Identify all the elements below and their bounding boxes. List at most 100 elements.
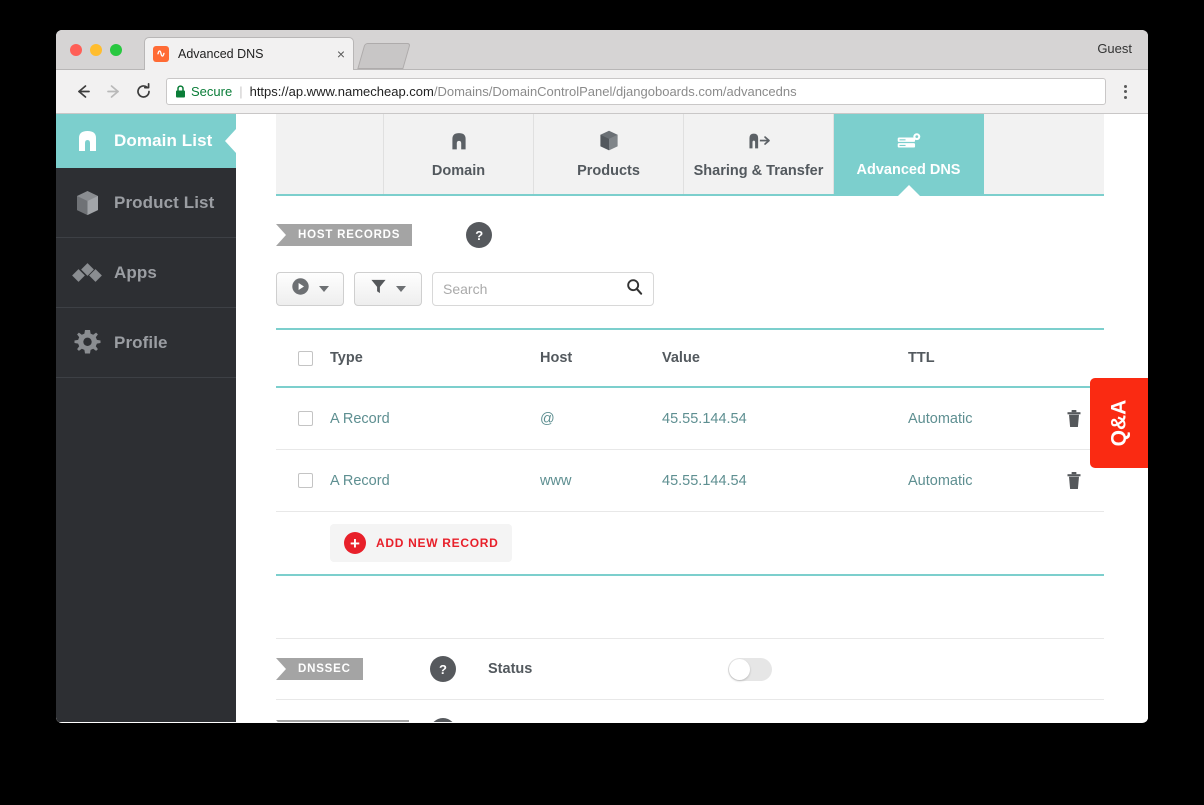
table-row[interactable]: A Record @ 45.55.144.54 Automatic [276,388,1104,450]
page-viewport: Domain List Product List [56,114,1148,722]
main-content: Domain Products [236,114,1148,722]
maximize-window-button[interactable] [110,44,122,56]
column-header-value: Value [662,350,908,366]
tab-domain[interactable]: Domain [384,114,534,194]
home-icon [70,126,104,156]
tab-products[interactable]: Products [534,114,684,194]
reload-button[interactable] [128,77,158,107]
close-window-button[interactable] [70,44,82,56]
close-tab-icon[interactable]: × [337,47,345,61]
url-host: https://ap.www.namecheap.com [250,84,434,99]
column-header-type: Type [330,350,540,366]
tab-label: Sharing & Transfer [694,163,824,179]
select-all-checkbox[interactable] [298,351,313,366]
column-header-ttl: TTL [908,350,1044,366]
action-dropdown-button[interactable] [276,272,344,306]
sidebar-item-label: Profile [114,333,168,353]
arrow-right-icon [104,82,123,101]
help-icon[interactable]: ? [466,222,492,248]
cell-value[interactable]: 45.55.144.54 [662,473,908,489]
content-panel: Domain Products [276,114,1104,722]
browser-tabstrip: ∿ Advanced DNS × Guest [56,30,1148,70]
qa-tab-label: Q&A [1107,400,1131,447]
host-records-section-header: HOST RECORDS ? [276,222,1104,248]
cell-ttl[interactable]: Automatic [908,411,1044,427]
tab-advanced-dns[interactable]: Advanced DNS [834,114,984,194]
browser-tab[interactable]: ∿ Advanced DNS × [144,37,354,70]
chevron-down-icon [319,286,329,292]
cell-type[interactable]: A Record [330,473,540,489]
table-row[interactable]: A Record www 45.55.144.54 Automatic [276,450,1104,512]
sidebar-item-domain-list[interactable]: Domain List [56,114,236,168]
help-icon[interactable]: ? [430,718,456,722]
search-icon[interactable] [626,278,643,300]
forward-button[interactable] [98,77,128,107]
help-icon[interactable]: ? [430,656,456,682]
namecheap-favicon-icon: ∿ [153,46,169,62]
tab-label: Domain [432,163,485,179]
url-path: /Domains/DomainControlPanel/djangoboards… [434,84,797,99]
row-select-cell [276,473,330,488]
mail-settings-label: MAIL SETTINGS [276,720,409,722]
sidebar-item-label: Product List [114,193,214,213]
add-new-record-button[interactable]: + ADD NEW RECORD [330,524,512,562]
select-all-cell [276,351,330,366]
dnssec-status-toggle[interactable] [728,658,772,681]
qa-tab-button[interactable]: Q&A [1090,378,1148,468]
cell-value[interactable]: 45.55.144.54 [662,411,908,427]
dnssec-section: DNSSEC ? Status [276,638,1104,700]
domain-tab-bar: Domain Products [276,114,1104,196]
delete-record-icon[interactable] [1066,409,1082,428]
search-box[interactable] [432,272,654,306]
cell-host[interactable]: www [540,473,662,489]
sidebar-item-product-list[interactable]: Product List [56,168,236,238]
url-text: https://ap.www.namecheap.com/Domains/Dom… [250,84,797,99]
browser-tab-title: Advanced DNS [178,47,331,61]
delete-record-icon[interactable] [1066,471,1082,490]
browser-window: ∿ Advanced DNS × Guest [56,30,1148,723]
sidebar-item-profile[interactable]: Profile [56,308,236,378]
share-icon [746,130,772,157]
cell-host[interactable]: @ [540,411,662,427]
back-button[interactable] [68,77,98,107]
gear-icon [70,328,104,358]
sidebar-item-apps[interactable]: Apps [56,238,236,308]
add-record-row: + ADD NEW RECORD [276,512,1104,576]
browser-menu-icon[interactable] [1114,79,1136,105]
tab-label: Products [577,163,640,179]
mail-settings-section: MAIL SETTINGS ? Email Forwarding [276,700,1104,722]
cell-type[interactable]: A Record [330,411,540,427]
lock-icon [175,85,186,98]
cell-ttl[interactable]: Automatic [908,473,1044,489]
row-checkbox[interactable] [298,473,313,488]
reload-icon [134,82,153,101]
tab-sharing-transfer[interactable]: Sharing & Transfer [684,114,834,194]
table-header-row: Type Host Value TTL [276,330,1104,388]
host-records-label: HOST RECORDS [276,224,412,246]
dnssec-label: DNSSEC [276,658,363,680]
guest-profile-label[interactable]: Guest [1097,41,1132,56]
funnel-icon [370,278,387,300]
tab-label: Advanced DNS [857,162,961,178]
play-circle-icon [291,277,310,301]
box-icon [598,129,620,157]
browser-toolbar: Secure | https://ap.www.namecheap.com/Do… [56,70,1148,114]
diamonds-icon [70,258,104,288]
column-header-host: Host [540,350,662,366]
new-tab-button[interactable] [357,43,410,69]
tab-spacer-left [276,114,384,194]
row-checkbox[interactable] [298,411,313,426]
minimize-window-button[interactable] [90,44,102,56]
records-toolbar [276,272,1104,306]
dnssec-status-label: Status [488,661,532,677]
row-actions [1044,471,1104,490]
sidebar-item-label: Domain List [114,131,212,151]
tab-spacer-right [984,114,1104,194]
row-select-cell [276,411,330,426]
filter-dropdown-button[interactable] [354,272,422,306]
chevron-down-icon [396,286,406,292]
toggle-knob [729,659,750,680]
search-input[interactable] [443,281,626,297]
secure-label: Secure [191,84,232,99]
address-bar[interactable]: Secure | https://ap.www.namecheap.com/Do… [166,78,1106,105]
